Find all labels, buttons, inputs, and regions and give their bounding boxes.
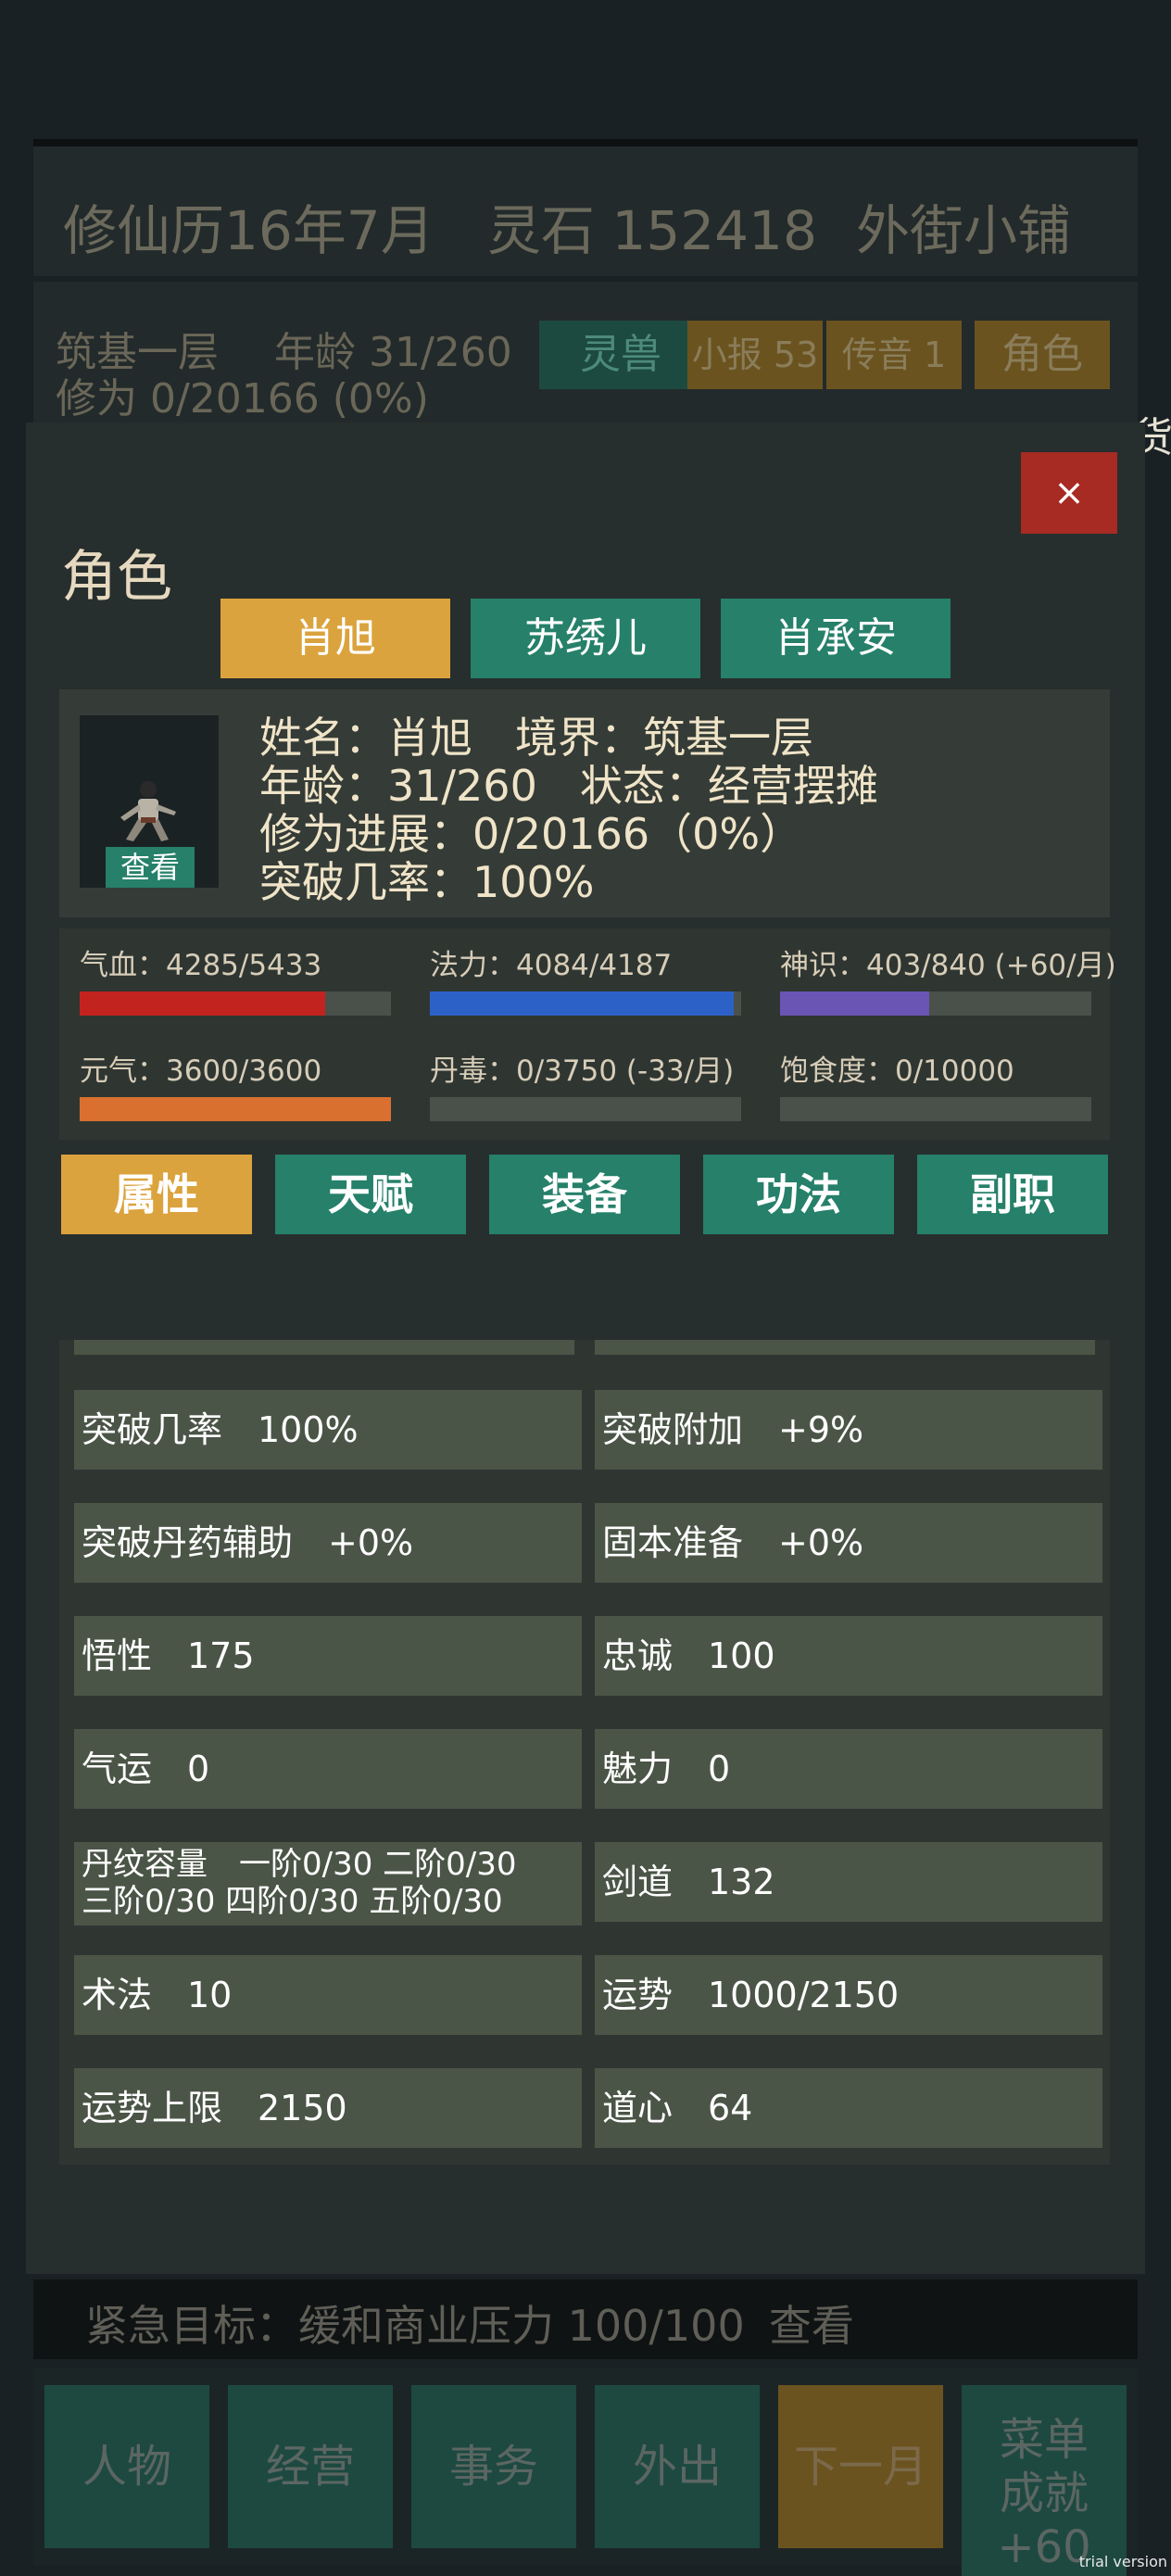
attr-cell: 术法 10: [74, 1955, 582, 2035]
attr-cell-partial: [595, 1340, 1095, 1355]
attr-cell: 运势上限 2150: [74, 2068, 582, 2148]
hp-bar: [80, 991, 391, 1016]
mana-label: 法力：4084/4187: [430, 949, 673, 982]
tab-techniques[interactable]: 功法: [703, 1155, 894, 1234]
satiety-bar: [780, 1097, 1091, 1121]
nav-affairs[interactable]: 事务: [411, 2385, 576, 2548]
tab-attributes[interactable]: 属性: [61, 1155, 252, 1234]
attr-cell: 忠诚 100: [595, 1616, 1102, 1696]
attr-cell: 突破几率 100%: [74, 1390, 582, 1470]
attr-cell: 悟性 175: [74, 1616, 582, 1696]
news-button[interactable]: 小报 53: [687, 321, 823, 389]
attributes-grid[interactable]: 突破几率 100% 突破附加 +9% 突破丹药辅助 +0% 固本准备 +0% 悟…: [59, 1340, 1110, 2165]
attr-cell: 运势 1000/2150: [595, 1955, 1102, 2035]
nav-next-month[interactable]: 下一月: [778, 2385, 943, 2548]
player-stats-bar: 筑基一层 年龄 31/260 修为 0/20166 (0%) 突破 100% 丹…: [33, 282, 1138, 469]
pet-button[interactable]: 灵兽: [539, 321, 702, 389]
char-tab-xiaoxu[interactable]: 肖旭: [220, 599, 450, 678]
vitality-label: 元气：3600/3600: [80, 1054, 322, 1088]
pill-toxin-label: 丹毒：0/3750 (-33/月): [430, 1054, 735, 1088]
nav-menu[interactable]: 菜单 成就+60: [962, 2385, 1127, 2576]
pill-toxin-bar: [430, 1097, 741, 1121]
attr-cell: 突破丹药辅助 +0%: [74, 1503, 582, 1583]
spirit-stones: 灵石 152418: [487, 199, 817, 262]
nav-outing[interactable]: 外出: [595, 2385, 760, 2548]
satiety-label: 饱食度：0/10000: [780, 1054, 1014, 1088]
role-button[interactable]: 角色: [975, 321, 1110, 389]
attr-cell: 气运 0: [74, 1729, 582, 1809]
message-button[interactable]: 传音 1: [826, 321, 962, 389]
urgent-goal-bar[interactable]: 紧急目标：缓和商业压力 100/100 查看: [33, 2279, 1138, 2359]
location: 外街小铺: [856, 199, 1072, 262]
attr-cell-partial: [74, 1340, 574, 1355]
modal-title: 角色: [61, 545, 172, 610]
trial-watermark: trial version: [1078, 2553, 1167, 2570]
nav-character[interactable]: 人物: [44, 2385, 209, 2548]
tab-side-job[interactable]: 副职: [917, 1155, 1108, 1234]
spirit-sense-bar: [780, 991, 1091, 1016]
char-tab-suxiuer[interactable]: 苏绣儿: [471, 599, 700, 678]
char-tab-xiaochengan[interactable]: 肖承安: [721, 599, 951, 678]
tab-talents[interactable]: 天赋: [275, 1155, 466, 1234]
game-date: 修仙历16年7月: [63, 199, 434, 262]
urgent-goal-view[interactable]: 查看: [769, 2292, 854, 2354]
spirit-sense-label: 神识：403/840 (+60/月): [780, 949, 1116, 982]
bottom-nav: 人物 经营 事务 外出 下一月 菜单 成就+60: [33, 2368, 1138, 2576]
attr-cell: 剑道 132: [595, 1842, 1102, 1922]
nav-business[interactable]: 经营: [228, 2385, 393, 2548]
attr-cell: 丹纹容量 一阶0/30 二阶0/30 三阶0/30 四阶0/30 五阶0/30: [74, 1842, 582, 1926]
urgent-goal-text: 紧急目标：缓和商业压力 100/100: [85, 2301, 745, 2351]
close-button[interactable]: ×: [1021, 452, 1117, 534]
vitality-bar: [80, 1097, 391, 1121]
attr-cell: 固本准备 +0%: [595, 1503, 1102, 1583]
top-status-bar: 修仙历16年7月 灵石 152418 外街小铺: [33, 139, 1138, 276]
hp-label: 气血：4285/5433: [80, 949, 322, 982]
view-portrait-button[interactable]: 查看: [106, 847, 195, 888]
tab-equipment[interactable]: 装备: [489, 1155, 680, 1234]
attr-cell: 魅力 0: [595, 1729, 1102, 1809]
mana-bar: [430, 991, 741, 1016]
attr-cell: 突破附加 +9%: [595, 1390, 1102, 1470]
info-breakthrough: 突破几率：100%: [259, 857, 595, 907]
attr-cell: 道心 64: [595, 2068, 1102, 2148]
